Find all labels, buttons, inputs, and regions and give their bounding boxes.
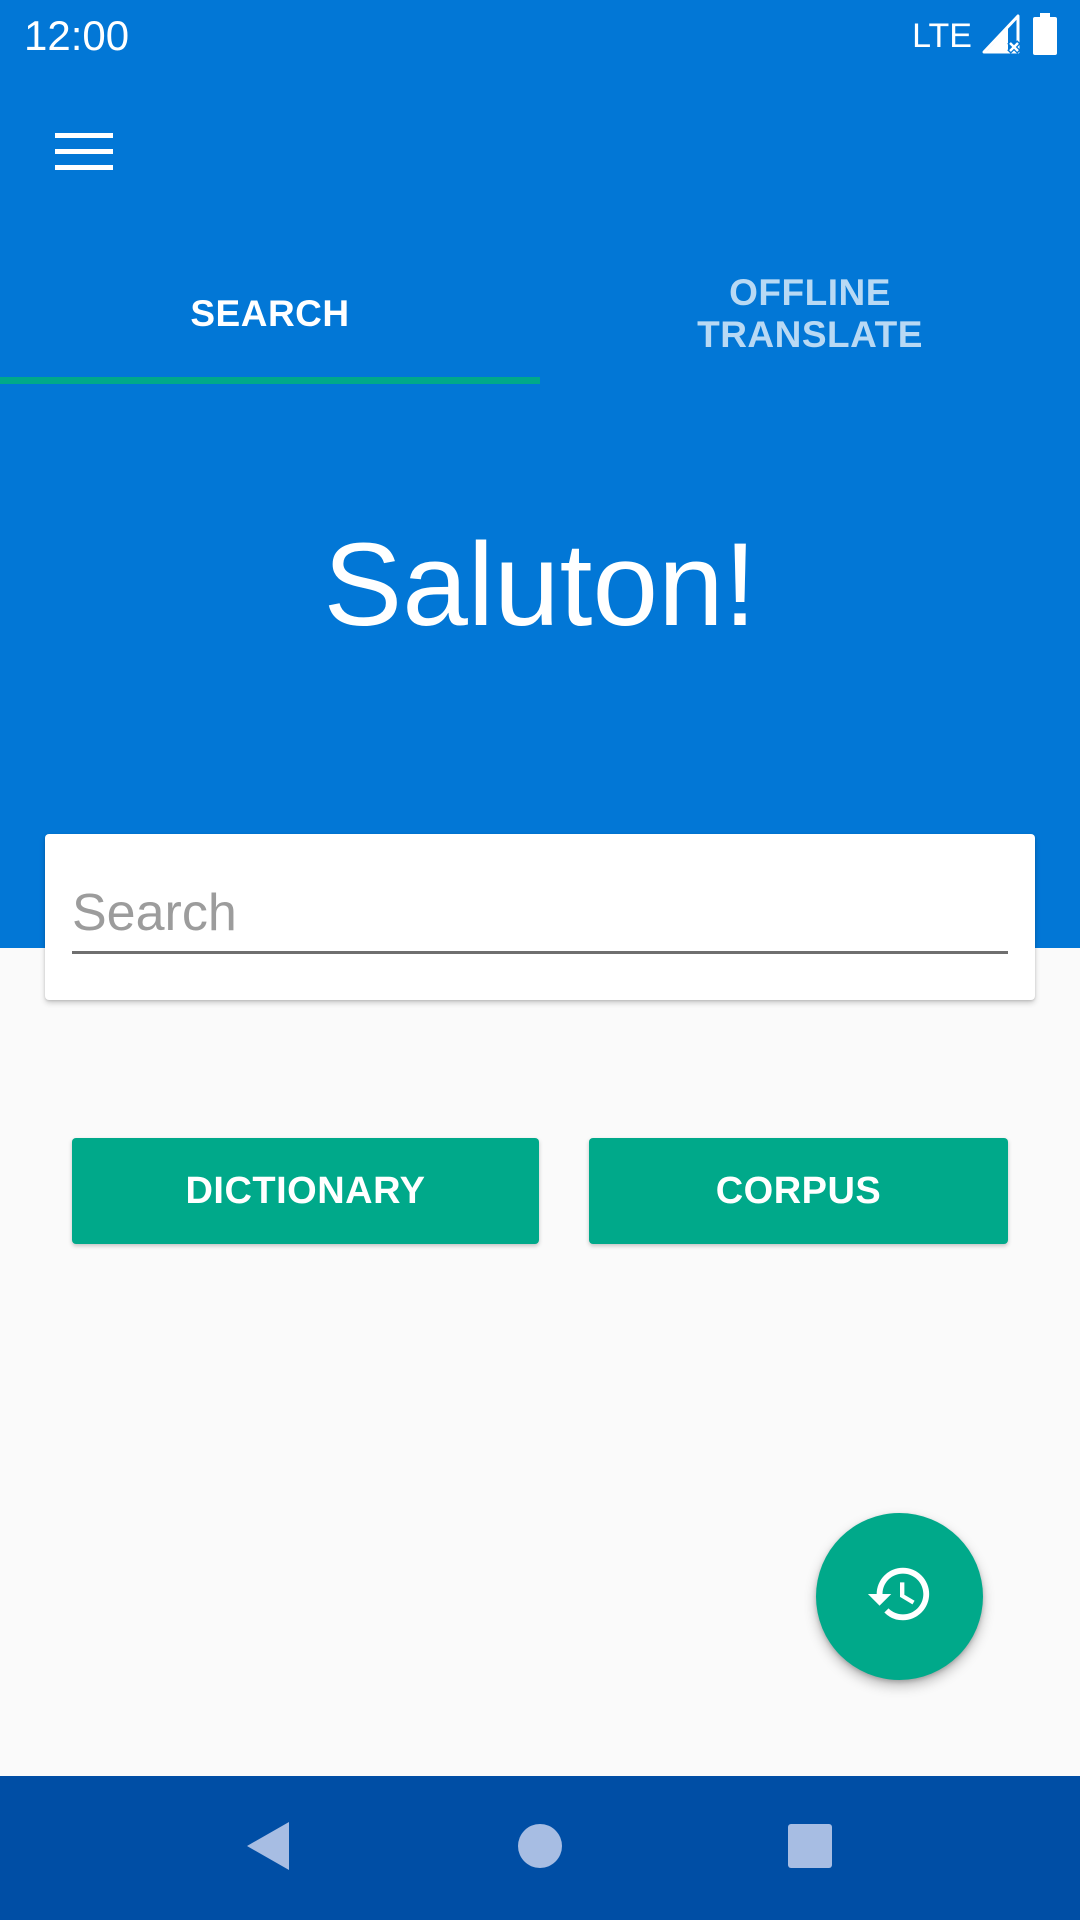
history-fab[interactable] — [816, 1513, 983, 1680]
dictionary-button[interactable]: DICTIONARY — [72, 1138, 539, 1244]
hamburger-menu-icon — [55, 131, 113, 178]
status-bar: 12:00 LTE — [0, 0, 1080, 72]
tab-offline-translate[interactable]: OFFLINE TRANSLATE — [540, 244, 1080, 384]
tab-search-label: SEARCH — [190, 293, 350, 334]
system-navigation-bar — [0, 1776, 1080, 1920]
active-tab-indicator — [0, 377, 540, 384]
search-input[interactable] — [72, 874, 1008, 954]
app-screen: 12:00 LTE SEARCH OFFLINE TRANSLATE Salut… — [0, 0, 1080, 1920]
hero-background — [0, 0, 1080, 948]
tab-search[interactable]: SEARCH — [0, 244, 540, 384]
recent-apps-button[interactable] — [760, 1798, 860, 1898]
status-icons: LTE — [912, 12, 1058, 60]
recent-apps-icon — [786, 1822, 834, 1875]
back-button[interactable] — [218, 1798, 318, 1898]
search-card — [45, 834, 1035, 1000]
greeting-title: Saluton! — [323, 519, 757, 651]
home-button[interactable] — [490, 1798, 590, 1898]
back-icon — [243, 1820, 293, 1877]
tab-offline-translate-label: OFFLINE TRANSLATE — [697, 272, 923, 355]
network-type: LTE — [912, 17, 972, 55]
tab-bar: SEARCH OFFLINE TRANSLATE — [0, 244, 1080, 384]
corpus-button[interactable]: CORPUS — [589, 1138, 1008, 1244]
history-icon — [865, 1559, 935, 1634]
status-time: 12:00 — [24, 12, 130, 59]
menu-button[interactable] — [40, 118, 128, 190]
home-icon — [516, 1822, 564, 1875]
signal-no-data-icon — [982, 14, 1022, 59]
battery-full-icon — [1032, 12, 1058, 60]
